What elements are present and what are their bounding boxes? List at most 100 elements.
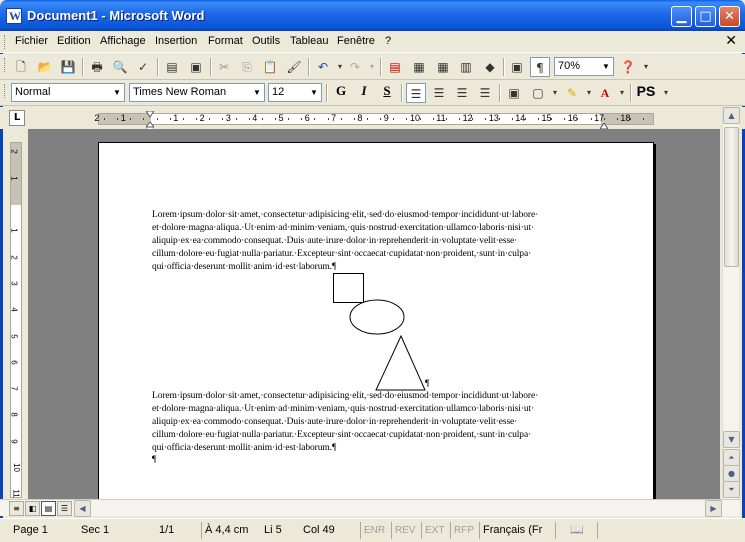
zoom-combo[interactable]: 70% ▼ <box>554 57 614 76</box>
menu-edition[interactable]: Edition <box>57 35 91 47</box>
status-overtype[interactable]: RFP <box>450 522 478 539</box>
print-icon[interactable]: 🖶 <box>87 57 107 77</box>
scroll-left-button[interactable]: ◀ <box>74 500 91 517</box>
align-left-icon[interactable]: ☰ <box>406 83 426 103</box>
document-workspace[interactable]: Lorem·ipsum·dolor·sit·amet,·consectetur·… <box>28 129 720 499</box>
toolbar-options-icon[interactable]: ▾ <box>656 83 676 103</box>
paragraph-1[interactable]: Lorem·ipsum·dolor·sit·amet,·consectetur·… <box>152 209 612 274</box>
right-indent-marker[interactable] <box>599 120 609 130</box>
help-assistant-icon[interactable]: ❓ <box>618 57 638 77</box>
vertical-scrollbar[interactable]: ▲ ▼ ⏶ ● ⏷ <box>722 107 740 499</box>
copy-icon[interactable]: ⎘ <box>237 57 257 77</box>
save-icon[interactable]: 💾 <box>58 57 78 77</box>
toolbar-grip[interactable] <box>4 58 7 72</box>
maximize-button[interactable]: □ <box>695 6 716 27</box>
menu-outils[interactable]: Outils <box>252 35 280 47</box>
ruler-number: 7 <box>331 113 337 123</box>
style-combo[interactable]: Normal ▼ <box>11 83 125 102</box>
spelling-icon[interactable]: ✓ <box>133 57 153 77</box>
ruler-number: 2 <box>9 149 19 155</box>
status-track-changes[interactable]: REV <box>391 522 421 539</box>
status-record-macro[interactable]: ENR <box>360 522 390 539</box>
paste-icon[interactable]: 📋 <box>260 57 280 77</box>
redo-dropdown-icon[interactable]: ▾ <box>362 57 382 77</box>
outline-view-icon[interactable]: ☰ <box>57 501 72 516</box>
font-color-dropdown-icon[interactable]: ▾ <box>612 83 632 103</box>
print-layout-icon[interactable]: ▤ <box>41 501 56 516</box>
document-map-icon[interactable]: ▣ <box>507 57 527 77</box>
columns-icon[interactable]: ▥ <box>456 57 476 77</box>
open-folder-icon[interactable]: 📂 <box>35 57 55 77</box>
scroll-down-button[interactable]: ▼ <box>723 431 740 448</box>
font-value: Times New Roman <box>133 86 227 98</box>
next-page-button[interactable]: ⏷ <box>723 481 740 498</box>
line-spacing-icon[interactable]: ▣ <box>504 83 524 103</box>
bold-button[interactable]: G <box>331 83 351 103</box>
print-preview-icon[interactable]: 🔍 <box>110 57 130 77</box>
align-right-icon[interactable]: ☰ <box>452 83 472 103</box>
chevron-down-icon[interactable]: ▼ <box>250 84 264 101</box>
menu-affichage[interactable]: Affichage <box>100 35 146 47</box>
scroll-up-button[interactable]: ▲ <box>723 107 740 124</box>
ruler-number: 6 <box>9 360 19 365</box>
chevron-down-icon[interactable]: ▼ <box>599 58 613 75</box>
menu-insertion[interactable]: Insertion <box>155 35 197 47</box>
menu-fenetre[interactable]: Fenêtre <box>337 35 375 47</box>
toolbar-options-icon[interactable]: ▾ <box>636 57 656 77</box>
chevron-down-icon[interactable]: ▼ <box>307 84 321 101</box>
drawing-icon[interactable]: ◆ <box>480 57 500 77</box>
menu-tableau[interactable]: Tableau <box>290 35 329 47</box>
status-language[interactable]: Français (Fr <box>479 522 553 539</box>
ruler-tick <box>117 118 119 120</box>
menu-help[interactable]: ? <box>385 35 391 47</box>
first-line-indent-marker[interactable] <box>145 110 155 118</box>
font-size-combo[interactable]: 12 ▼ <box>268 83 322 102</box>
menu-grip[interactable] <box>4 35 7 49</box>
scroll-thumb[interactable] <box>724 127 739 267</box>
title-bar[interactable]: Document1 - Microsoft Word ▁ □ ✕ <box>0 0 745 31</box>
underline-button[interactable]: S <box>377 83 397 103</box>
ruler-number: 3 <box>9 281 19 286</box>
scroll-right-button[interactable]: ▶ <box>705 500 722 517</box>
word-app-icon[interactable] <box>6 8 22 24</box>
format-painter-icon[interactable]: 🖌 <box>284 57 304 77</box>
ruler-number: 3 <box>225 113 231 123</box>
ruler-number: 10 <box>11 463 21 472</box>
toolbar-grip[interactable] <box>4 84 7 98</box>
show-hide-paragraph-icon[interactable]: ¶ <box>530 57 550 77</box>
new-document-icon[interactable]: 🗋 <box>11 57 31 77</box>
horizontal-scrollbar[interactable]: ≡ ◧ ▤ ☰ ◀ ▶ <box>0 499 740 517</box>
status-empty <box>597 522 737 539</box>
justify-icon[interactable]: ☰ <box>475 83 495 103</box>
paragraph-2[interactable]: Lorem·ipsum·dolor·sit·amet,·consectetur·… <box>152 390 612 455</box>
italic-button[interactable]: I <box>354 83 374 103</box>
browse-object-button[interactable]: ● <box>723 465 740 482</box>
insert-doc-icon[interactable]: ▤ <box>162 57 182 77</box>
ruler-tick <box>169 118 171 120</box>
page-icon[interactable]: ▣ <box>186 57 206 77</box>
chevron-down-icon[interactable]: ▼ <box>110 84 124 101</box>
menu-fichier[interactable]: Fichier <box>15 35 48 47</box>
ellipse-shape[interactable] <box>349 299 407 335</box>
menu-format[interactable]: Format <box>208 35 243 47</box>
spelling-status-icon[interactable]: 📖 <box>555 522 595 539</box>
text-line: cillum·dolore·eu·fugiat·nulla·pariatur.·… <box>152 249 532 259</box>
normal-view-icon[interactable]: ≡ <box>9 501 24 516</box>
insert-table-icon[interactable]: ▦ <box>433 57 453 77</box>
tab-selector[interactable]: L <box>9 110 25 126</box>
triangle-shape[interactable] <box>375 334 427 391</box>
tables-borders-icon[interactable]: ▦ <box>409 57 429 77</box>
previous-page-button[interactable]: ⏶ <box>723 449 740 466</box>
ps-button[interactable]: PS <box>635 83 657 103</box>
hyperlink-icon[interactable]: ▤ <box>385 57 405 77</box>
align-center-icon[interactable]: ☰ <box>429 83 449 103</box>
minimize-button[interactable]: ▁ <box>671 6 692 27</box>
document-page[interactable]: Lorem·ipsum·dolor·sit·amet,·consectetur·… <box>98 142 654 499</box>
font-combo[interactable]: Times New Roman ▼ <box>129 83 265 102</box>
cut-icon[interactable]: ✂ <box>214 57 234 77</box>
vertical-ruler[interactable]: 2 1 1 2 3 4 5 6 7 8 9 10 11 <box>10 142 22 498</box>
web-layout-icon[interactable]: ◧ <box>25 501 40 516</box>
close-window-button[interactable]: ✕ <box>719 6 740 27</box>
close-document-icon[interactable]: ✕ <box>725 33 737 49</box>
status-extend[interactable]: EXT <box>421 522 449 539</box>
